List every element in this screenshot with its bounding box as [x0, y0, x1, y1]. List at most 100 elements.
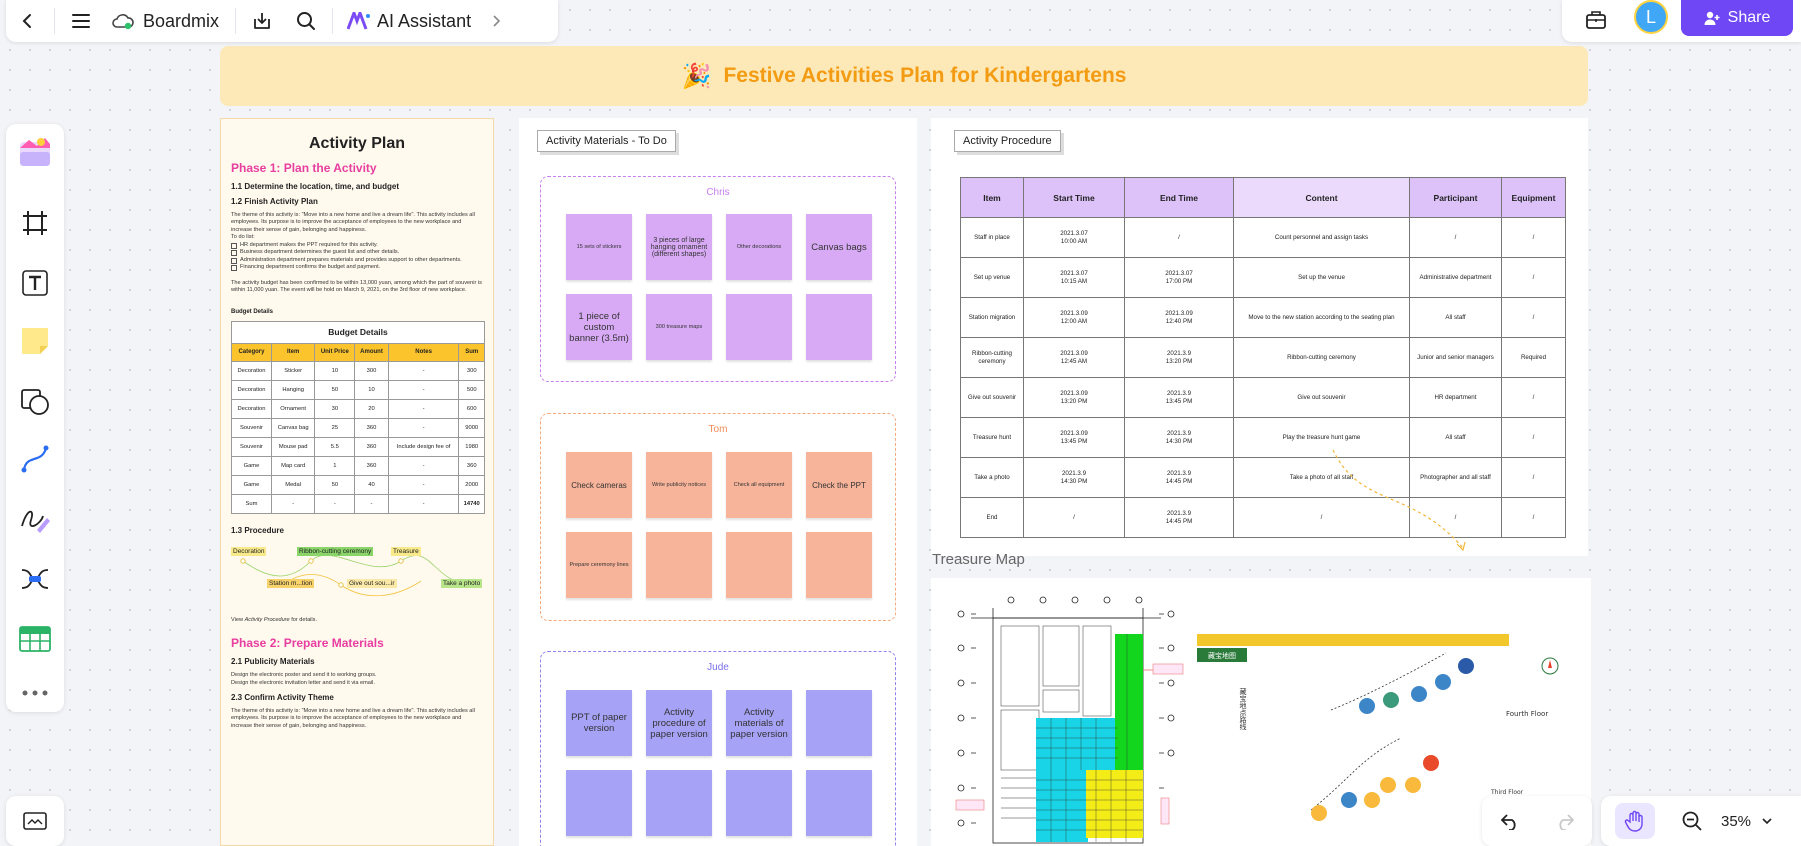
board-title-banner[interactable]: 🎉 Festive Activities Plan for Kindergart… — [220, 46, 1588, 106]
todo-item[interactable]: Business department determines the guest… — [231, 249, 483, 257]
budget-cell: - — [387, 455, 460, 476]
sticky-note[interactable]: Canvas bags — [806, 214, 872, 280]
procedure-cell: 2021.3.07 17:00 PM — [1124, 257, 1234, 298]
procedure-column-header: Start Time — [1023, 177, 1125, 218]
procedure-title-tag[interactable]: Activity Procedure — [954, 130, 1061, 152]
budget-cell: 10 — [314, 360, 356, 381]
sticky-note[interactable]: Prepare ceremony lines — [566, 532, 632, 598]
sticky-note[interactable]: 3 pieces of large hanging ornament (diff… — [646, 214, 712, 280]
table-tool[interactable] — [16, 620, 54, 658]
procedure-cell: 2021.3.07 10:00 AM — [1023, 217, 1125, 258]
budget-cell: Game — [231, 455, 272, 476]
download-button[interactable] — [240, 0, 284, 42]
sticky-note[interactable] — [726, 532, 792, 598]
main-menu-button[interactable] — [59, 0, 103, 42]
budget-table[interactable]: Budget Details Category Item Unit Price Amo… — [231, 320, 485, 514]
publicity-line: Design the electronic poster and send it… — [231, 672, 377, 679]
hand-tool-button[interactable] — [1615, 803, 1655, 839]
dashed-arrow-connector — [1332, 449, 1466, 552]
plan-intro: The theme of this activity is: "Move int… — [231, 212, 475, 233]
budget-cell: 360 — [354, 455, 389, 476]
text-tool[interactable] — [16, 264, 54, 302]
connector-icon — [21, 445, 49, 473]
budget-cell: 9000 — [458, 417, 485, 438]
budget-column-header: Amount — [354, 342, 389, 362]
zoom-controls: 35% — [1601, 796, 1801, 846]
toolbox-button[interactable] — [1578, 4, 1614, 36]
sticky-note[interactable] — [806, 770, 872, 836]
budget-column-header: Unit Price — [314, 342, 356, 362]
app-brand[interactable]: Boardmix — [103, 11, 231, 32]
procedure-cell: / — [1501, 417, 1566, 458]
materials-title-tag[interactable]: Activity Materials - To Do — [537, 130, 676, 152]
back-button[interactable] — [6, 0, 50, 42]
sticky-note[interactable] — [646, 532, 712, 598]
mindmap-tool[interactable] — [16, 560, 54, 598]
expand-toolbar-button[interactable] — [481, 0, 511, 42]
activity-plan-document[interactable]: Activity Plan Phase 1: Plan the Activity… — [220, 118, 494, 846]
map-title: 藏宝地图 — [1208, 651, 1236, 660]
checkbox[interactable] — [231, 257, 237, 264]
zoom-dropdown-button[interactable] — [1761, 816, 1773, 826]
sticky-note[interactable]: Check the PPT — [806, 452, 872, 518]
sticky-note[interactable]: Check all equipment — [726, 452, 792, 518]
treasure-map-label: Treasure Map — [932, 551, 1025, 568]
sticky-note[interactable]: 1 piece of custom banner (3.5m) — [566, 294, 632, 360]
templates-tool[interactable] — [16, 132, 54, 170]
sticky-note[interactable]: Check cameras — [566, 452, 632, 518]
checkbox[interactable] — [231, 250, 237, 257]
procedure-cell: 2021.3.9 14:45 PM — [1124, 497, 1234, 538]
redo-button[interactable] — [1555, 812, 1575, 830]
sticky-note[interactable] — [726, 294, 792, 360]
sticky-note[interactable]: Other decorations — [726, 214, 792, 280]
todo-item[interactable]: Financing department confirms the budget… — [231, 264, 483, 272]
sticky-note[interactable] — [806, 690, 872, 756]
checkbox[interactable] — [231, 265, 237, 272]
connector-tool[interactable] — [16, 440, 54, 478]
sticky-note[interactable]: PPT of paper version — [566, 690, 632, 756]
shape-tool[interactable] — [16, 382, 54, 420]
activity-materials-board[interactable]: Activity Materials - To Do Chris Tom Jud… — [519, 118, 917, 846]
sticky-note[interactable]: Activity procedure of paper version — [646, 690, 712, 756]
procedure-cell: 2021.3.09 12:45 AM — [1023, 337, 1125, 378]
shapes-icon — [21, 389, 49, 415]
sticky-note[interactable]: 15 sets of stickers — [566, 214, 632, 280]
sticky-note[interactable] — [646, 770, 712, 836]
sticky-note[interactable]: 300 treasure maps — [646, 294, 712, 360]
sticky-note[interactable] — [726, 770, 792, 836]
budget-cell: Souvenir — [231, 417, 272, 438]
pen-tool[interactable] — [16, 500, 54, 538]
procedure-cell: / — [1501, 217, 1566, 258]
zoom-out-button[interactable] — [1681, 810, 1703, 832]
todo-text: Financing department confirms the budget… — [240, 264, 381, 271]
more-tools-button[interactable] — [16, 674, 54, 712]
procedure-cell: Treasure hunt — [960, 417, 1024, 458]
sticky-note-tool[interactable] — [16, 322, 54, 360]
frame-tool[interactable] — [16, 204, 54, 242]
sticky-note[interactable]: Activity materials of paper version — [726, 690, 792, 756]
procedure-flow-diagram[interactable]: Decoration Ribbon-cutting ceremony Treas… — [231, 541, 483, 621]
share-button[interactable]: Share — [1681, 0, 1793, 36]
minimap-button[interactable] — [6, 796, 64, 846]
sticky-note[interactable] — [566, 770, 632, 836]
procedure-row: Ribbon-cutting ceremony 2021.3.09 12:45 A… — [960, 337, 1566, 378]
activity-procedure-board[interactable]: Activity Procedure Item Start Time End Tim… — [931, 118, 1588, 556]
todo-item[interactable]: Administration department prepares mater… — [231, 257, 483, 265]
user-avatar[interactable]: L — [1634, 0, 1668, 34]
budget-cell: 40 — [354, 474, 389, 495]
procedure-row: Treasure hunt 2021.3.09 13:45 PM 2021.3.9 … — [960, 417, 1566, 458]
ai-assistant-button[interactable]: AI Assistant — [337, 11, 481, 32]
sticky-note[interactable]: Write publicity notices — [646, 452, 712, 518]
todo-item[interactable]: HR department makes the PPT required for… — [231, 242, 483, 250]
budget-cell: 360 — [458, 455, 485, 476]
search-button[interactable] — [284, 0, 328, 42]
procedure-table[interactable]: Item Start Time End Time Content Participant… — [960, 177, 1566, 538]
budget-row: Souvenir Canvas bag 25 360-9000 — [231, 417, 485, 438]
undo-button[interactable] — [1500, 812, 1520, 830]
sticky-note[interactable] — [806, 532, 872, 598]
budget-cell: Souvenir — [231, 436, 272, 457]
checkbox[interactable] — [231, 242, 237, 249]
sticky-note[interactable] — [806, 294, 872, 360]
zoom-level[interactable]: 35% — [1721, 813, 1751, 830]
procedure-cell: Give out souvenir — [1233, 377, 1410, 418]
